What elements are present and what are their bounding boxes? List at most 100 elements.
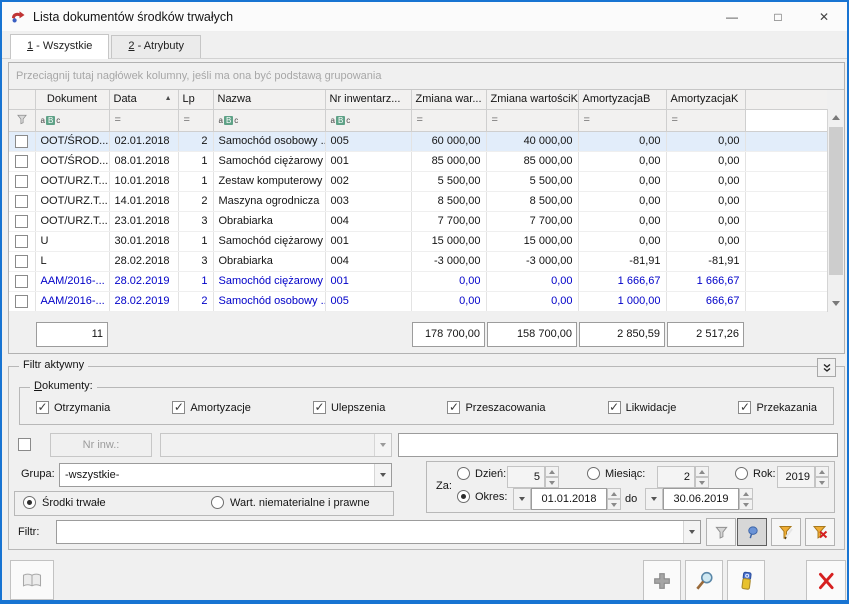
document-type-checkbox[interactable]: Likwidacje: [608, 401, 677, 414]
tab-atrybuty[interactable]: 2 - Atrybuty: [111, 35, 201, 58]
nr-inw-combo[interactable]: [160, 433, 392, 457]
filter-cell-nr[interactable]: aBc: [325, 109, 411, 131]
filter-pin-button[interactable]: [737, 518, 767, 546]
vertical-scrollbar[interactable]: [827, 109, 844, 312]
filtr-combo[interactable]: [56, 520, 701, 544]
spinner-arrows-icon[interactable]: [739, 488, 753, 510]
miesiac-value[interactable]: 2: [657, 466, 695, 488]
row-select-cell[interactable]: [9, 191, 35, 211]
grupa-combo[interactable]: -wszystkie-: [59, 463, 392, 487]
row-select-cell[interactable]: [9, 271, 35, 291]
column-header-dokument[interactable]: Dokument: [35, 90, 109, 109]
table-row[interactable]: OOT/ŚROD... 08.01.2018 1 Samochód ciężar…: [9, 151, 827, 171]
close-window-button[interactable]: [806, 560, 846, 602]
document-type-checkbox[interactable]: Przekazania: [738, 401, 817, 414]
row-select-cell[interactable]: [9, 211, 35, 231]
row-select-cell[interactable]: [9, 131, 35, 151]
filter-funnel-cell[interactable]: [9, 109, 35, 131]
close-button[interactable]: ✕: [801, 2, 847, 31]
table-row[interactable]: AAM/2016-... 28.02.2019 1 Samochód cięża…: [9, 271, 827, 291]
select-column-header[interactable]: [9, 90, 35, 109]
filter-builder-button[interactable]: [771, 518, 801, 546]
filter-cell-am-k[interactable]: =: [666, 109, 745, 131]
dropdown-arrow-icon[interactable]: [683, 521, 700, 543]
filter-cell-nazwa[interactable]: aBc: [213, 109, 325, 131]
dropdown-arrow-icon[interactable]: [374, 464, 391, 486]
column-header-nazwa[interactable]: Nazwa: [213, 90, 325, 109]
spinner-arrows-icon[interactable]: [607, 488, 621, 510]
filter-cell-data[interactable]: =: [109, 109, 178, 131]
collapse-panel-button[interactable]: [817, 358, 836, 377]
filter-cell-zw-b[interactable]: =: [411, 109, 486, 131]
radio-rok[interactable]: Rok:: [735, 467, 776, 480]
row-checkbox[interactable]: [15, 215, 28, 228]
calendar-dropdown-icon[interactable]: [645, 488, 663, 510]
row-select-cell[interactable]: [9, 251, 35, 271]
column-header-zmiana-wartosci-k[interactable]: Zmiana wartościK: [486, 90, 578, 109]
document-type-checkbox[interactable]: Ulepszenia: [313, 401, 385, 414]
tab-wszystkie[interactable]: 1 - Wszystkie: [10, 34, 109, 59]
document-type-checkbox[interactable]: Otrzymania: [36, 401, 110, 414]
spinner-arrows-icon[interactable]: [815, 466, 829, 488]
open-button[interactable]: [685, 560, 723, 602]
row-select-cell[interactable]: [9, 231, 35, 251]
row-select-cell[interactable]: [9, 171, 35, 191]
nr-inw-button[interactable]: Nr inw.:: [50, 433, 152, 457]
scroll-down-arrow[interactable]: [828, 295, 844, 312]
spinner-arrows-icon[interactable]: [695, 466, 709, 488]
table-row[interactable]: OOT/ŚROD... 02.01.2018 2 Samochód osobow…: [9, 131, 827, 151]
calendar-dropdown-icon[interactable]: [513, 488, 531, 510]
okres-to-field[interactable]: 30.06.2019: [645, 488, 753, 510]
radio-srodki-trwale[interactable]: Środki trwałe: [23, 496, 106, 509]
row-checkbox[interactable]: [15, 295, 28, 308]
document-type-checkbox[interactable]: Przeszacowania: [447, 401, 545, 414]
row-checkbox[interactable]: [15, 255, 28, 268]
row-checkbox[interactable]: [15, 235, 28, 248]
filter-cell-dokument[interactable]: aBc: [35, 109, 109, 131]
document-type-checkbox[interactable]: Amortyzacje: [172, 401, 251, 414]
radio-dzien[interactable]: Dzień:: [457, 467, 506, 480]
filter-cell-am-b[interactable]: =: [578, 109, 666, 131]
table-row[interactable]: OOT/URZ.T... 23.01.2018 3 Obrabiarka 004…: [9, 211, 827, 231]
book-button[interactable]: [10, 560, 54, 600]
nr-inw-checkbox[interactable]: [18, 438, 31, 451]
column-header-amortyzacja-k[interactable]: AmortyzacjaK: [666, 90, 745, 109]
radio-okres[interactable]: Okres:: [457, 490, 507, 503]
dzien-spinner[interactable]: 5: [507, 466, 559, 488]
table-row[interactable]: AAM/2016-... 28.02.2019 2 Samochód osobo…: [9, 291, 827, 311]
radio-miesiac[interactable]: Miesiąc:: [587, 467, 645, 480]
add-button[interactable]: [643, 560, 681, 602]
column-header-data[interactable]: Data▲: [109, 90, 178, 109]
scroll-up-arrow[interactable]: [828, 109, 844, 126]
okres-to-value[interactable]: 30.06.2019: [663, 488, 739, 510]
table-row[interactable]: OOT/URZ.T... 14.01.2018 2 Maszyna ogrodn…: [9, 191, 827, 211]
nr-inw-textbox[interactable]: [398, 433, 838, 457]
table-row[interactable]: OOT/URZ.T... 10.01.2018 1 Zestaw kompute…: [9, 171, 827, 191]
row-checkbox[interactable]: [15, 195, 28, 208]
row-select-cell[interactable]: [9, 151, 35, 171]
minimize-button[interactable]: —: [709, 2, 755, 31]
table-row[interactable]: L 28.02.2018 3 Obrabiarka 004 -3 000,00 …: [9, 251, 827, 271]
rok-spinner[interactable]: 2019: [777, 466, 829, 488]
filter-apply-button[interactable]: [706, 518, 736, 546]
row-checkbox[interactable]: [15, 175, 28, 188]
okres-from-field[interactable]: 01.01.2018: [513, 488, 621, 510]
okres-from-value[interactable]: 01.01.2018: [531, 488, 607, 510]
filter-cell-lp[interactable]: =: [178, 109, 213, 131]
spinner-arrows-icon[interactable]: [545, 466, 559, 488]
radio-wartosci-niematerialne[interactable]: Wart. niematerialne i prawne: [211, 496, 370, 509]
row-checkbox[interactable]: [15, 135, 28, 148]
table-row[interactable]: U 30.01.2018 1 Samochód ciężarowy 001 15…: [9, 231, 827, 251]
row-checkbox[interactable]: [15, 275, 28, 288]
maximize-button[interactable]: □: [755, 2, 801, 31]
column-header-nr-inwentarzowy[interactable]: Nr inwentarz...: [325, 90, 411, 109]
dzien-value[interactable]: 5: [507, 466, 545, 488]
row-select-cell[interactable]: [9, 291, 35, 311]
row-checkbox[interactable]: [15, 155, 28, 168]
erase-button[interactable]: [727, 560, 765, 602]
miesiac-spinner[interactable]: 2: [657, 466, 709, 488]
column-header-zmiana-wartosci-b[interactable]: Zmiana war...: [411, 90, 486, 109]
column-header-lp[interactable]: Lp: [178, 90, 213, 109]
rok-value[interactable]: 2019: [777, 466, 815, 488]
column-header-amortyzacja-b[interactable]: AmortyzacjaB: [578, 90, 666, 109]
